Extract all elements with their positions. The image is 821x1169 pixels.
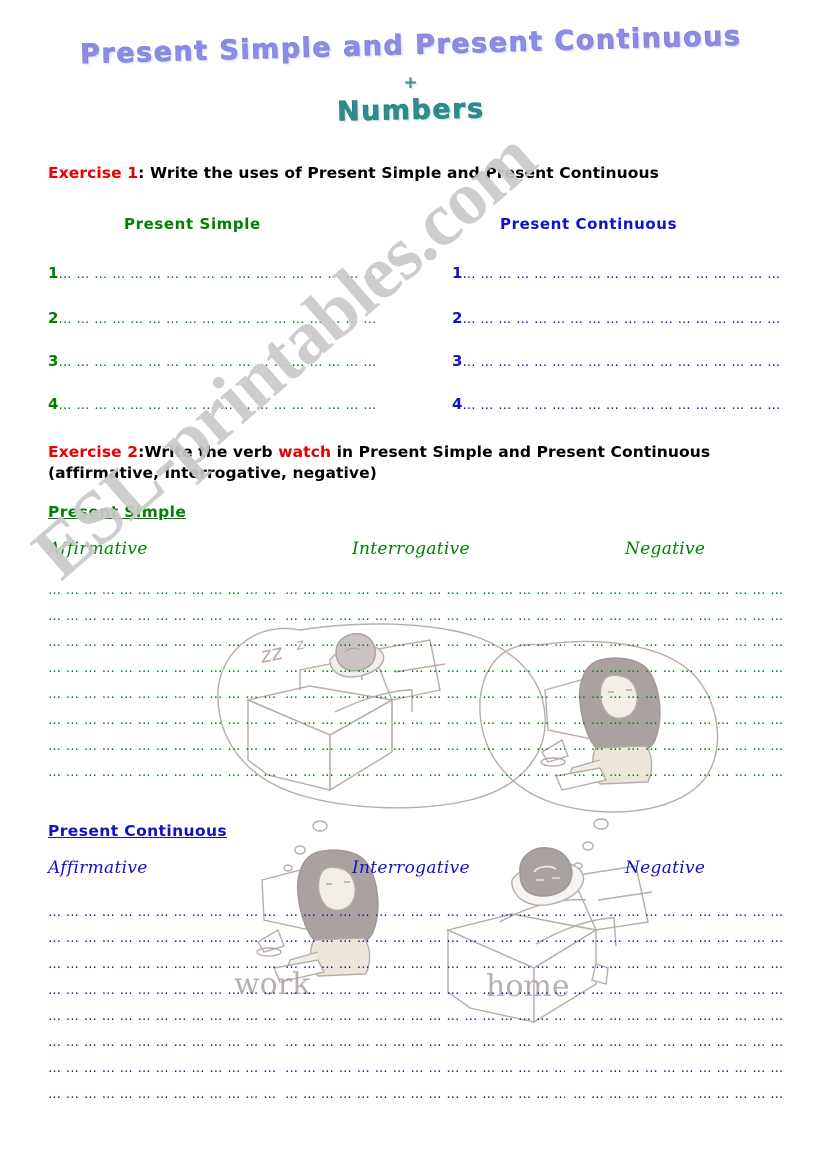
present-continuous-affirmative-line-2[interactable]: … … … … … … … … … … … … … … .	[48, 931, 280, 946]
exercise-1-right-item-3[interactable]: 3… … … … … … … … … … … … … … … … … … … ……	[452, 352, 784, 370]
exercise-1-left-item-2[interactable]: 2… … … … … … … … … … … … … … … … … … …	[48, 309, 378, 327]
present-simple-interrogative-line-5[interactable]: … … … … … … … … … … … … … … … … … … …	[285, 687, 565, 702]
item-dotted-line: … … … … … … … … … … … … … … … … … … …	[58, 267, 378, 282]
present-continuous-section-heading: Present Continuous	[48, 822, 228, 840]
exercise-2-label: Exercise 2	[48, 443, 139, 461]
present-continuous-affirmative-line-1[interactable]: … … … … … … … … … … … … … … .	[48, 905, 280, 920]
exercise-1-colon: :	[138, 164, 145, 182]
present-simple-negative-line-2[interactable]: … … … … … … … … … … … … … … … … …	[573, 609, 785, 624]
present-continuous-affirmative-line-5[interactable]: … … … … … … … … … … … … … … .	[48, 1009, 280, 1024]
present-continuous-negative-line-3[interactable]: … … … … … … … … … … … … … … … … …	[573, 957, 785, 972]
item-number: 3	[452, 352, 463, 370]
present-simple-negative-line-4[interactable]: … … … … … … … … … … … … … … … … …	[573, 661, 785, 676]
present-simple-section-heading: Present Simple	[48, 503, 187, 521]
item-dotted-line: … … … … … … … … … … … … … … … … … … …	[58, 312, 378, 327]
exercise-1-left-item-4[interactable]: 4… … … … … … … … … … … … … … … … … … …	[48, 395, 378, 413]
present-simple-affirmative-line-2[interactable]: … … … … … … … … … … … … … … .	[48, 609, 280, 624]
present-continuous-interrogative-line-5[interactable]: … … … … … … … … … … … … … … … … … … …	[285, 1009, 565, 1024]
present-simple-interrogative-line-3[interactable]: … … … … … … … … … … … … … … … … … … …	[285, 635, 565, 650]
exercise-1-right-item-2[interactable]: 2… … … … … … … … … … … … … … … … … … … ……	[452, 309, 784, 327]
present-simple-affirmative-line-8[interactable]: … … … … … … … … … … … … … … .	[48, 765, 280, 780]
present-continuous-column-affirmative: Affirmative	[48, 858, 148, 878]
item-number: 2	[452, 309, 463, 327]
exercise-1-label: Exercise 1	[48, 164, 139, 182]
title-line-1: Present Simple and Present Continuous	[79, 20, 742, 71]
present-simple-interrogative-line-7[interactable]: … … … … … … … … … … … … … … … … … … …	[285, 739, 565, 754]
title-plus-symbol: +	[403, 73, 418, 93]
present-simple-affirmative-line-4[interactable]: … … … … … … … … … … … … … … .	[48, 661, 280, 676]
exercise-1-left-item-1[interactable]: 1… … … … … … … … … … … … … … … … … … …	[48, 264, 378, 282]
present-continuous-negative-line-8[interactable]: … … … … … … … … … … … … … … … … …	[573, 1087, 785, 1102]
present-simple-interrogative-line-6[interactable]: … … … … … … … … … … … … … … … … … … …	[285, 713, 565, 728]
present-simple-negative-line-5[interactable]: … … … … … … … … … … … … … … … … …	[573, 687, 785, 702]
item-dotted-line: … … … … … … … … … … … … … … … … … … …	[58, 398, 378, 413]
present-continuous-negative-line-2[interactable]: … … … … … … … … … … … … … … … … …	[573, 931, 785, 946]
present-continuous-interrogative-line-3[interactable]: … … … … … … … … … … … … … … … … … … …	[285, 957, 565, 972]
present-continuous-interrogative-line-7[interactable]: … … … … … … … … … … … … … … … … … … …	[285, 1061, 565, 1076]
present-continuous-column-interrogative: Interrogative	[352, 858, 470, 878]
present-continuous-interrogative-line-1[interactable]: … … … … … … … … … … … … … … … … … … …	[285, 905, 565, 920]
present-continuous-negative-line-1[interactable]: … … … … … … … … … … … … … … … … …	[573, 905, 785, 920]
exercise-2-instruction-part1: Write the verb	[144, 443, 279, 461]
present-simple-negative-line-3[interactable]: … … … … … … … … … … … … … … … … …	[573, 635, 785, 650]
exercise-1-instruction: Write the uses of Present Simple and Pre…	[149, 164, 659, 182]
exercise-1-heading: Exercise 1: Write the uses of Present Si…	[48, 163, 659, 184]
item-number: 4	[48, 395, 59, 413]
present-simple-negative-line-8[interactable]: … … … … … … … … … … … … … … … … …	[573, 765, 785, 780]
exercise-1-left-item-3[interactable]: 3… … … … … … … … … … … … … … … … … … …	[48, 352, 378, 370]
title-line-2: Numbers	[336, 93, 485, 128]
worksheet-page: zz z work home ESL-printables.com Presen…	[0, 0, 821, 1169]
exercise-2-heading: Exercise 2:Write the verb watch in Prese…	[48, 442, 788, 484]
present-continuous-affirmative-line-6[interactable]: … … … … … … … … … … … … … … .	[48, 1035, 280, 1050]
present-continuous-negative-line-5[interactable]: … … … … … … … … … … … … … … … … …	[573, 1009, 785, 1024]
present-continuous-column-negative: Negative	[625, 858, 706, 878]
present-continuous-negative-line-7[interactable]: … … … … … … … … … … … … … … … … …	[573, 1061, 785, 1076]
worksheet-title: Present Simple and Present Continuous + …	[0, 20, 821, 128]
item-dotted-line: … … … … … … … … … … … … … … … … … … …	[58, 355, 378, 370]
present-simple-affirmative-line-1[interactable]: … … … … … … … … … … … … … … .	[48, 583, 280, 598]
item-number: 3	[48, 352, 59, 370]
item-number: 1	[452, 264, 463, 282]
exercise-1-right-heading: Present Continuous	[500, 215, 678, 233]
present-continuous-interrogative-line-6[interactable]: … … … … … … … … … … … … … … … … … … …	[285, 1035, 565, 1050]
present-simple-affirmative-line-7[interactable]: … … … … … … … … … … … … … … .	[48, 739, 280, 754]
present-continuous-negative-line-6[interactable]: … … … … … … … … … … … … … … … … …	[573, 1035, 785, 1050]
present-simple-column-negative: Negative	[625, 539, 706, 559]
item-dotted-line: … … … … … … … … … … … … … … … … … … … … …	[462, 312, 784, 327]
exercise-1-right-item-4[interactable]: 4… … … … … … … … … … … … … … … … … … … ……	[452, 395, 784, 413]
present-continuous-affirmative-line-7[interactable]: … … … … … … … … … … … … … … .	[48, 1061, 280, 1076]
exercise-1-left-heading: Present Simple	[124, 215, 261, 233]
present-continuous-affirmative-line-8[interactable]: … … … … … … … … … … … … … … .	[48, 1087, 280, 1102]
present-simple-column-interrogative: Interrogative	[352, 539, 470, 559]
present-continuous-affirmative-line-3[interactable]: … … … … … … … … … … … … … … .	[48, 957, 280, 972]
present-simple-affirmative-line-3[interactable]: … … … … … … … … … … … … … … .	[48, 635, 280, 650]
present-simple-affirmative-line-6[interactable]: … … … … … … … … … … … … … … .	[48, 713, 280, 728]
item-dotted-line: … … … … … … … … … … … … … … … … … … … … …	[462, 398, 784, 413]
present-simple-affirmative-line-5[interactable]: … … … … … … … … … … … … … … .	[48, 687, 280, 702]
present-continuous-negative-line-4[interactable]: … … … … … … … … … … … … … … … … …	[573, 983, 785, 998]
present-simple-negative-line-1[interactable]: … … … … … … … … … … … … … … … … …	[573, 583, 785, 598]
present-continuous-interrogative-line-8[interactable]: … … … … … … … … … … … … … … … … … … …	[285, 1087, 565, 1102]
present-continuous-interrogative-line-2[interactable]: … … … … … … … … … … … … … … … … … … …	[285, 931, 565, 946]
present-continuous-interrogative-line-4[interactable]: … … … … … … … … … … … … … … … … … … …	[285, 983, 565, 998]
exercise-2-instruction-part2: in Present Simple and Present Continuous	[331, 443, 711, 461]
present-simple-interrogative-line-1[interactable]: … … … … … … … … … … … … … … … … … … …	[285, 583, 565, 598]
item-dotted-line: … … … … … … … … … … … … … … … … … … … … …	[462, 267, 784, 282]
exercise-2-verb: watch	[278, 443, 332, 461]
worksheet-content: Present Simple and Present Continuous + …	[0, 0, 821, 1169]
present-simple-interrogative-line-4[interactable]: … … … … … … … … … … … … … … … … … … …	[285, 661, 565, 676]
present-simple-negative-line-7[interactable]: … … … … … … … … … … … … … … … … …	[573, 739, 785, 754]
item-dotted-line: … … … … … … … … … … … … … … … … … … … … …	[462, 355, 784, 370]
item-number: 4	[452, 395, 463, 413]
exercise-2-instruction-line2: (affirmative, interrogative, negative)	[48, 464, 377, 482]
exercise-1-right-item-1[interactable]: 1… … … … … … … … … … … … … … … … … … … ……	[452, 264, 784, 282]
present-continuous-affirmative-line-4[interactable]: … … … … … … … … … … … … … … .	[48, 983, 280, 998]
item-number: 2	[48, 309, 59, 327]
present-simple-negative-line-6[interactable]: … … … … … … … … … … … … … … … … …	[573, 713, 785, 728]
present-simple-interrogative-line-8[interactable]: … … … … … … … … … … … … … … … … … … …	[285, 765, 565, 780]
present-simple-column-affirmative: Affirmative	[48, 539, 148, 559]
item-number: 1	[48, 264, 59, 282]
present-simple-interrogative-line-2[interactable]: … … … … … … … … … … … … … … … … … … …	[285, 609, 565, 624]
